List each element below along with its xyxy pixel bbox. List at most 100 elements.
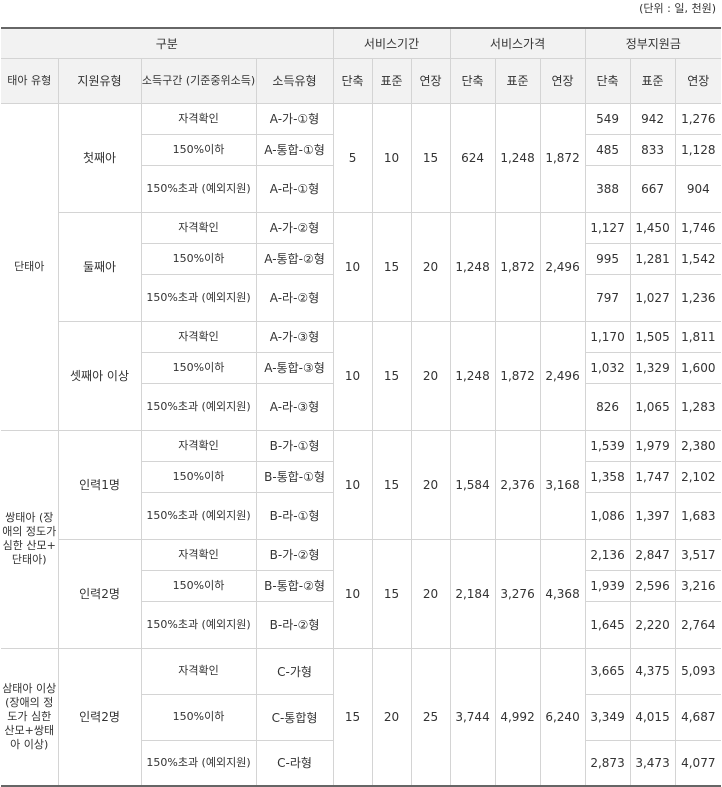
gov-short-cell: 2,873	[584, 739, 631, 787]
gov-short-cell: 797	[584, 273, 631, 322]
period-extended-cell: 25	[410, 647, 451, 787]
income-type-cell: A-라-③형	[255, 382, 334, 431]
support-type-cell: 첫째아	[57, 102, 142, 213]
gov-extended-cell: 904	[674, 164, 722, 213]
fetus-type-cell: 쌍태아 (장애의 정도가 심한 산모+ 단태아)	[1, 429, 59, 649]
support-type-cell: 둘째아	[57, 211, 142, 322]
period-extended-cell: 20	[410, 320, 451, 431]
income-type-cell: A-라-①형	[255, 164, 334, 213]
income-type-cell: A-가-②형	[255, 211, 334, 244]
unit-note: (단위 : 일, 천원)	[639, 2, 716, 15]
gov-standard-cell: 1,450	[629, 211, 676, 244]
gov-extended-cell: 1,542	[674, 242, 722, 275]
gov-standard-cell: 1,979	[629, 429, 676, 462]
header-gov-support: 정부지원금	[584, 27, 722, 59]
income-type-cell: A-라-②형	[255, 273, 334, 322]
income-range-cell: 150%이하	[140, 569, 257, 602]
gov-short-cell: 1,086	[584, 491, 631, 540]
gov-standard-cell: 4,015	[629, 693, 676, 741]
header-price-standard: 표준	[494, 57, 541, 104]
gov-short-cell: 2,136	[584, 538, 631, 571]
gov-standard-cell: 1,747	[629, 460, 676, 493]
income-type-cell: A-통합-①형	[255, 133, 334, 166]
gov-short-cell: 995	[584, 242, 631, 275]
table-row: 둘째아 자격확인 A-가-②형 10 15 20 1,248 1,872 2,4…	[1, 211, 722, 322]
income-type-cell: C-라형	[255, 739, 334, 787]
table-row: 쌍태아 (장애의 정도가 심한 산모+ 단태아) 인력1명 자격확인 B-가-①…	[1, 429, 722, 649]
gov-short-cell: 1,170	[584, 320, 631, 353]
gov-short-cell: 1,032	[584, 351, 631, 384]
header-price-extended: 연장	[539, 57, 586, 104]
gov-extended-cell: 5,093	[674, 647, 722, 695]
period-extended-cell: 15	[410, 102, 451, 213]
fetus-type-cell: 삼태아 이상 (장애의 정도가 심한 산모+쌍태아 이상)	[1, 647, 59, 787]
income-range-cell: 자격확인	[140, 320, 257, 353]
gov-standard-cell: 1,065	[629, 382, 676, 431]
gov-short-cell: 388	[584, 164, 631, 213]
header-group: 구분	[1, 27, 334, 59]
period-standard-cell: 20	[371, 647, 412, 787]
gov-short-cell: 1,939	[584, 569, 631, 602]
support-type-cell: 인력2명	[57, 647, 142, 787]
income-range-cell: 150%초과 (예외지원)	[140, 600, 257, 649]
income-range-cell: 150%초과 (예외지원)	[140, 491, 257, 540]
income-type-cell: C-통합형	[255, 693, 334, 741]
period-short-cell: 15	[332, 647, 373, 787]
gov-short-cell: 3,349	[584, 693, 631, 741]
header-price-short: 단축	[449, 57, 496, 104]
price-standard-cell: 2,376	[494, 429, 541, 540]
header-income-type: 소득유형	[255, 57, 334, 104]
gov-extended-cell: 2,764	[674, 600, 722, 649]
period-standard-cell: 15	[371, 320, 412, 431]
price-extended-cell: 6,240	[539, 647, 586, 787]
gov-standard-cell: 667	[629, 164, 676, 213]
period-extended-cell: 20	[410, 429, 451, 540]
gov-standard-cell: 4,375	[629, 647, 676, 695]
gov-short-cell: 1,645	[584, 600, 631, 649]
income-range-cell: 150%초과 (예외지원)	[140, 382, 257, 431]
gov-extended-cell: 1,276	[674, 102, 722, 135]
table-row: 인력2명 자격확인 B-가-②형 10 15 20 2,184 3,276 4,…	[1, 538, 722, 649]
income-range-cell: 자격확인	[140, 538, 257, 571]
table-body: 단태아 첫째아 자격확인 A-가-①형 5 10 15 624 1,248 1,…	[1, 102, 722, 787]
header-fetus-type: 태아 유형	[1, 57, 59, 104]
gov-extended-cell: 1,746	[674, 211, 722, 244]
gov-short-cell: 549	[584, 102, 631, 135]
income-type-cell: B-가-②형	[255, 538, 334, 571]
income-type-cell: A-가-③형	[255, 320, 334, 353]
support-type-cell: 인력2명	[57, 538, 142, 649]
gov-extended-cell: 4,077	[674, 739, 722, 787]
income-type-cell: B-라-②형	[255, 600, 334, 649]
fetus-type-cell: 단태아	[1, 102, 59, 431]
support-type-cell: 인력1명	[57, 429, 142, 540]
gov-standard-cell: 1,397	[629, 491, 676, 540]
income-range-cell: 150%초과 (예외지원)	[140, 739, 257, 787]
price-short-cell: 1,584	[449, 429, 496, 540]
price-standard-cell: 1,872	[494, 211, 541, 322]
period-extended-cell: 20	[410, 211, 451, 322]
header-period-short: 단축	[332, 57, 373, 104]
gov-short-cell: 1,127	[584, 211, 631, 244]
table-row: 단태아 첫째아 자격확인 A-가-①형 5 10 15 624 1,248 1,…	[1, 102, 722, 431]
header-gov-extended: 연장	[674, 57, 722, 104]
income-range-cell: 150%초과 (예외지원)	[140, 164, 257, 213]
price-short-cell: 1,248	[449, 320, 496, 431]
gov-short-cell: 1,358	[584, 460, 631, 493]
income-type-cell: A-가-①형	[255, 102, 334, 135]
gov-extended-cell: 2,102	[674, 460, 722, 493]
header-support-type: 지원유형	[57, 57, 142, 104]
gov-extended-cell: 1,600	[674, 351, 722, 384]
price-standard-cell: 4,992	[494, 647, 541, 787]
support-table: 구분 서비스기간 서비스가격 정부지원금 태아 유형 지원유형 소득구간 (기준…	[1, 27, 722, 787]
price-standard-cell: 3,276	[494, 538, 541, 649]
period-short-cell: 10	[332, 320, 373, 431]
header-gov-short: 단축	[584, 57, 631, 104]
gov-standard-cell: 1,505	[629, 320, 676, 353]
gov-standard-cell: 1,281	[629, 242, 676, 275]
header-income-range: 소득구간 (기준중위소득)	[140, 57, 257, 104]
period-short-cell: 10	[332, 538, 373, 649]
price-short-cell: 2,184	[449, 538, 496, 649]
support-type-cell: 셋째아 이상	[57, 320, 142, 431]
price-extended-cell: 1,872	[539, 102, 586, 213]
price-short-cell: 1,248	[449, 211, 496, 322]
